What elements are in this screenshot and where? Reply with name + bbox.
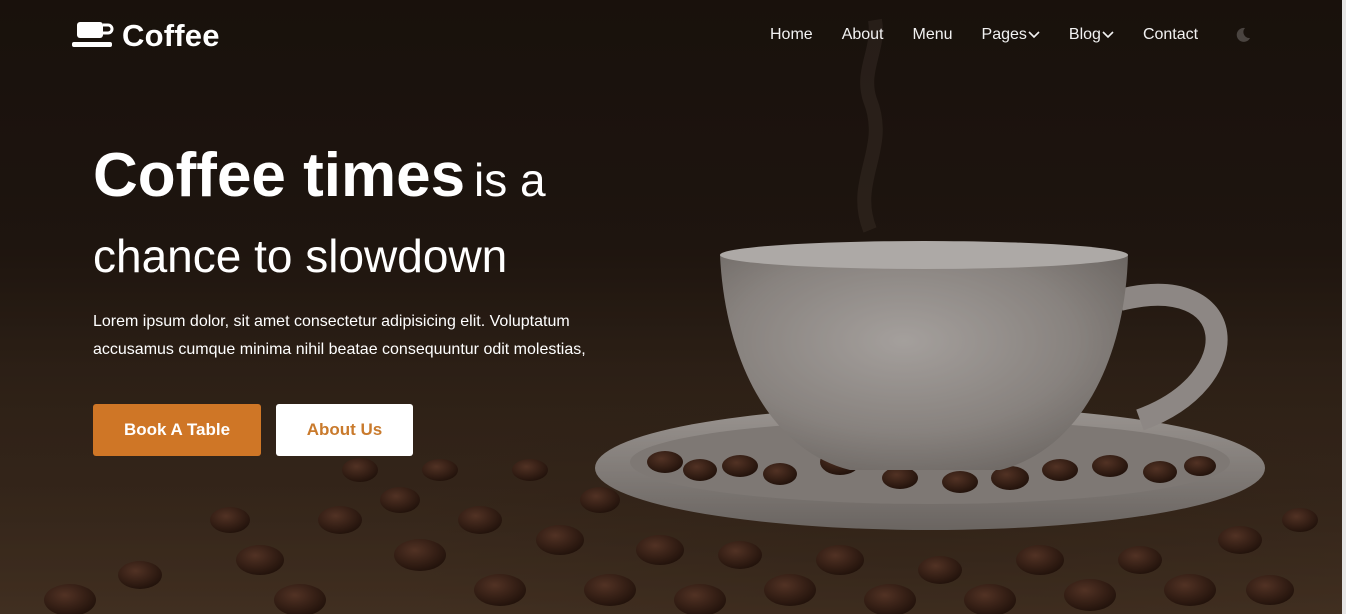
nav-contact[interactable]: Contact [1143,26,1198,44]
brand-logo[interactable]: Coffee [72,18,220,54]
about-us-button[interactable]: About Us [276,404,413,456]
chevron-down-icon [1028,31,1040,39]
nav-home[interactable]: Home [770,26,813,44]
chevron-down-icon [1102,31,1114,39]
nav-menu[interactable]: Menu [913,26,953,44]
scrollbar[interactable] [1342,0,1346,614]
brand-name: Coffee [122,18,220,53]
hero-headline: Coffee times is a chance to slowdown [93,140,713,292]
book-table-button[interactable]: Book A Table [93,404,261,456]
headline-light: is a [473,154,546,206]
site-header: Coffee Home About Menu Pages Blog Contac… [0,0,1346,72]
nav-pages-label: Pages [981,26,1027,43]
coffee-cup-icon [72,22,114,47]
nav-blog[interactable]: Blog [1069,26,1114,44]
hero-description: Lorem ipsum dolor, sit amet consectetur … [93,313,586,358]
headline-strong: Coffee times [93,141,466,210]
nav-about[interactable]: About [842,26,884,44]
main-nav: Home About Menu Pages Blog Contact [770,26,1251,44]
moon-icon[interactable] [1235,27,1251,43]
hero-section [0,0,1346,614]
hero-background-image [0,0,1346,614]
headline-line2: chance to slowdown [93,230,508,282]
nav-blog-label: Blog [1068,26,1101,43]
nav-pages[interactable]: Pages [982,26,1040,44]
